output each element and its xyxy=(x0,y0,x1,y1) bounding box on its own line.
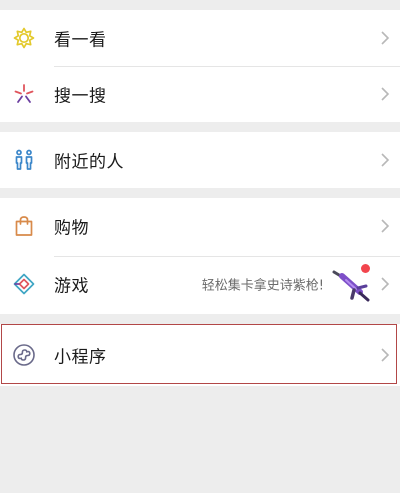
menu-group-3: 购物 游戏 轻松集卡拿史诗紫枪! xyxy=(0,198,400,314)
chevron-right-icon xyxy=(381,348,390,362)
notification-badge xyxy=(361,264,370,273)
game-icon xyxy=(13,273,35,295)
chevron-right-icon xyxy=(381,153,390,167)
menu-item-label: 看一看 xyxy=(54,30,107,51)
chevron-right-icon xyxy=(381,87,390,101)
menu-item-label: 附近的人 xyxy=(54,152,124,173)
chevron-right-icon xyxy=(381,219,390,233)
menu-item-label: 搜一搜 xyxy=(54,86,107,107)
menu-item-kanyikan[interactable]: 看一看 xyxy=(0,10,400,66)
menu-item-people-nearby[interactable]: 附近的人 xyxy=(0,132,400,188)
shopping-bag-icon xyxy=(15,216,33,236)
chevron-right-icon xyxy=(381,277,390,291)
kanyikan-icon xyxy=(13,27,35,49)
people-nearby-icon xyxy=(15,149,33,170)
discover-menu-screen: 看一看 搜一搜 附近的人 购物 游戏 轻松集卡拿史诗紫枪! 小程序 xyxy=(0,0,400,493)
menu-item-label: 游戏 xyxy=(54,276,89,297)
menu-item-game[interactable]: 游戏 轻松集卡拿史诗紫枪! xyxy=(0,256,400,312)
menu-item-mini-program[interactable]: 小程序 xyxy=(0,327,400,383)
mini-program-icon xyxy=(13,344,35,366)
menu-group-1: 看一看 搜一搜 xyxy=(0,10,400,122)
game-promo-text: 轻松集卡拿史诗紫枪! xyxy=(201,278,324,294)
menu-item-shopping[interactable]: 购物 xyxy=(0,198,400,254)
menu-group-4: 小程序 xyxy=(0,324,400,386)
menu-group-2: 附近的人 xyxy=(0,132,400,188)
souyisou-icon xyxy=(14,84,34,103)
menu-item-label: 小程序 xyxy=(54,347,107,368)
chevron-right-icon xyxy=(381,31,390,45)
menu-item-souyisou[interactable]: 搜一搜 xyxy=(0,66,400,122)
menu-item-label: 购物 xyxy=(54,218,89,239)
